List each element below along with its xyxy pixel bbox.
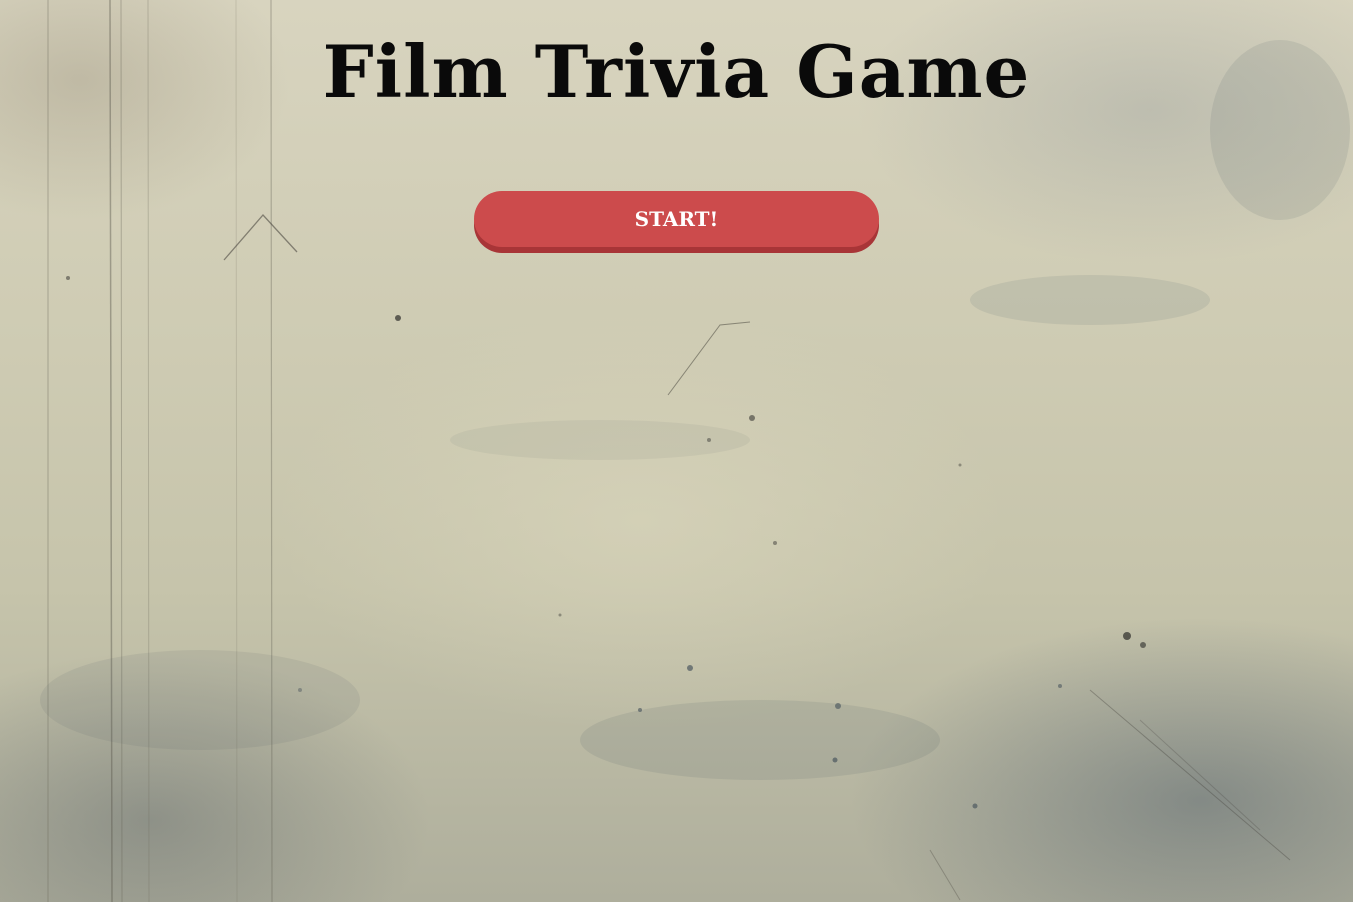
page-title: Film Trivia Game	[322, 29, 1031, 114]
start-button[interactable]: START!	[474, 191, 879, 247]
game-screen: Film Trivia Game START!	[0, 0, 1353, 902]
film-grain-background	[40, 0, 1350, 902]
